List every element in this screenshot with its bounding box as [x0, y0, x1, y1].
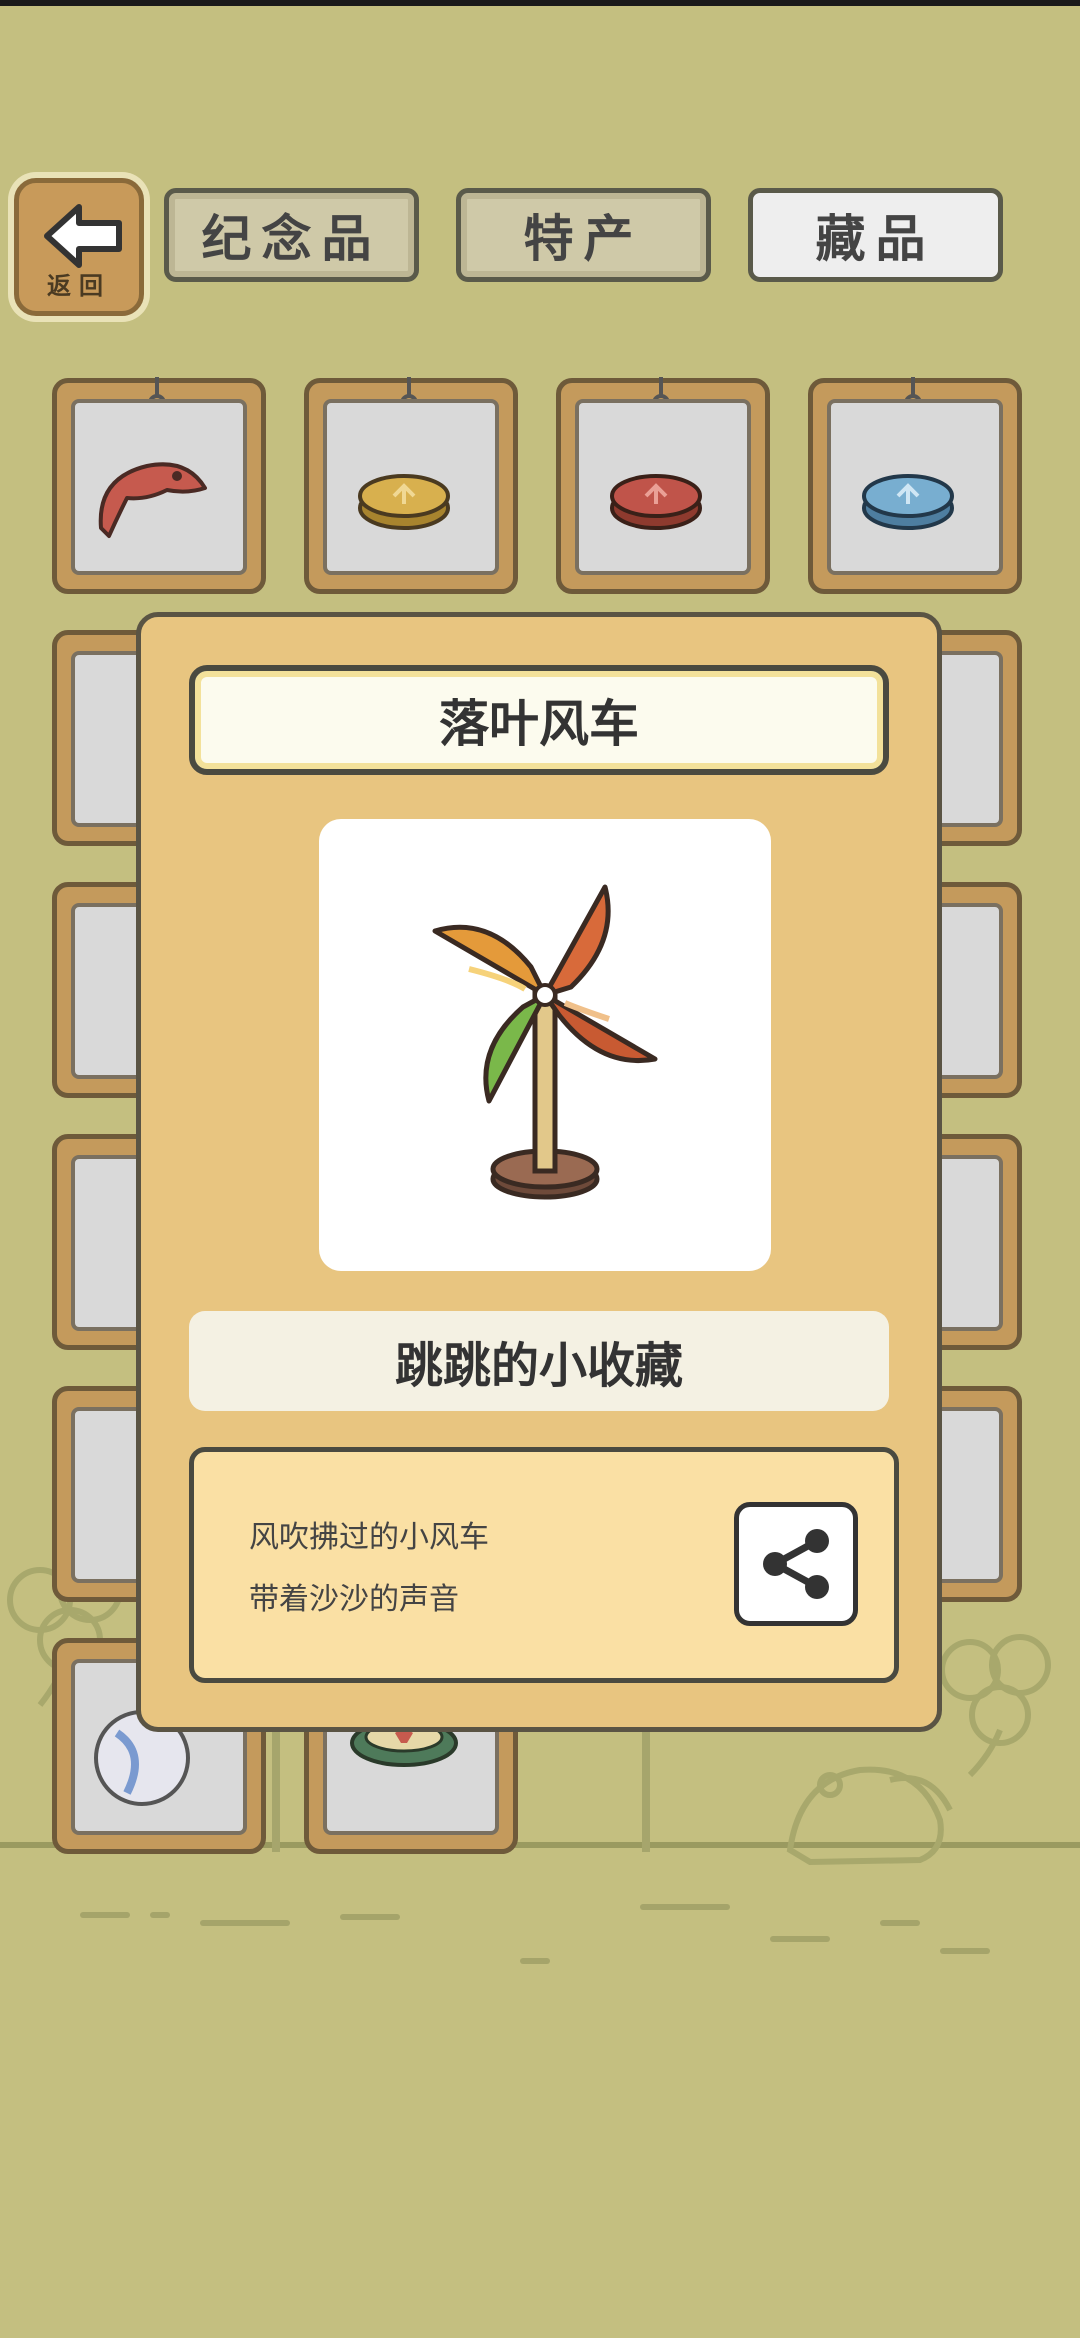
share-icon [763, 1529, 829, 1599]
collectible-card[interactable] [556, 377, 770, 594]
pinwheel-icon [432, 884, 658, 1200]
back-label: 返回 [47, 272, 111, 300]
blue-coin-item-icon [862, 474, 954, 530]
fence-post [272, 1722, 280, 1852]
ground-dash [150, 1912, 170, 1918]
description-line: 带着沙沙的声音 [249, 1582, 459, 1617]
item-category: 跳跳的小收藏 [189, 1311, 889, 1411]
frog-silhouette-icon [786, 1766, 953, 1866]
tab-collectibles[interactable]: 藏品 [748, 188, 1003, 282]
item-image-frame [319, 819, 771, 1271]
ground-dash [640, 1904, 730, 1910]
red-leaf-item-icon [98, 462, 207, 538]
item-description-box: 风吹拂过的小风车 带着沙沙的声音 [189, 1447, 899, 1683]
share-button[interactable] [734, 1502, 858, 1626]
item-detail-dialog: 落叶风车 跳跳的小收藏 风吹拂过的小风车 带着沙沙的声音 [136, 612, 942, 1732]
ground-dash [80, 1912, 130, 1918]
back-arrow-icon [44, 204, 122, 268]
tab-specialties[interactable]: 特产 [456, 188, 711, 282]
ground-dash [880, 1920, 920, 1926]
tab-souvenirs[interactable]: 纪念品 [164, 188, 419, 282]
red-coin-item-icon [610, 474, 702, 530]
status-bar-edge [0, 0, 1080, 6]
item-title: 落叶风车 [189, 665, 889, 775]
ground-dash [520, 1958, 550, 1964]
yellow-coin-item-icon [358, 474, 450, 530]
collectible-card[interactable] [808, 377, 1022, 594]
fence-post [642, 1722, 650, 1852]
ground-dash [340, 1914, 400, 1920]
back-button[interactable]: 返回 [14, 178, 144, 316]
ground-dash [940, 1948, 990, 1954]
description-line: 风吹拂过的小风车 [249, 1520, 489, 1555]
collectible-card[interactable] [304, 377, 518, 594]
ground-dash [770, 1936, 830, 1942]
ground-dash [200, 1920, 290, 1926]
collectible-card[interactable] [52, 377, 266, 594]
